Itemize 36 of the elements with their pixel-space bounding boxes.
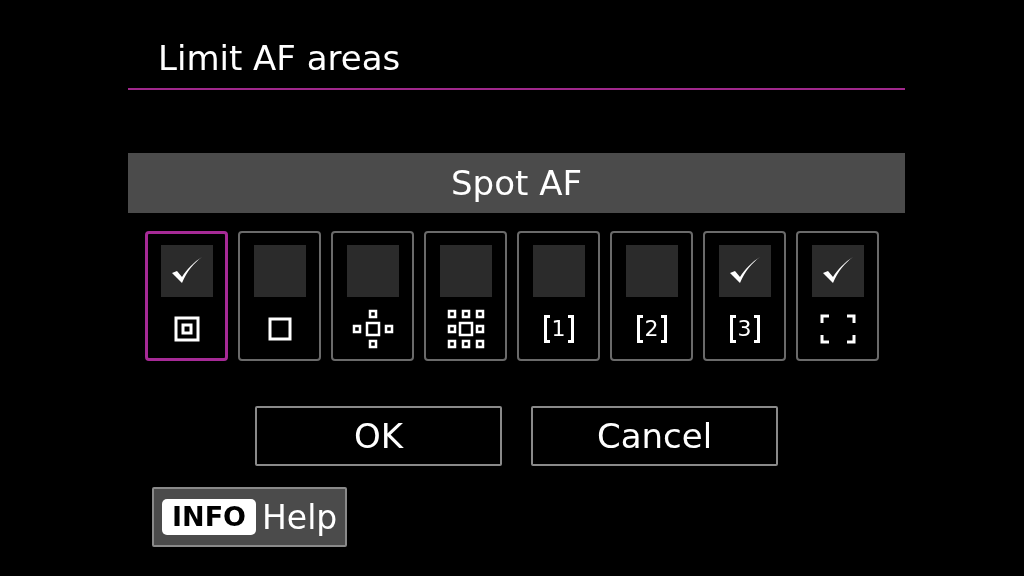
af-mode-label: Spot AF — [128, 153, 905, 213]
checkbox[interactable] — [160, 245, 213, 297]
cancel-button[interactable]: Cancel — [531, 406, 778, 466]
help-label: Help — [262, 497, 338, 537]
bracket-icon — [543, 315, 550, 343]
checkbox[interactable] — [811, 245, 864, 297]
bracket-icon — [660, 315, 667, 343]
af-mode-tile[interactable]: 1 — [517, 231, 600, 361]
bracket-icon — [753, 315, 760, 343]
checkbox[interactable] — [346, 245, 399, 297]
help-button[interactable]: INFO Help — [152, 487, 348, 547]
screen-title: Limit AF areas — [128, 36, 905, 90]
af-mode-tile[interactable] — [424, 231, 507, 361]
bracket-icon — [729, 315, 736, 343]
ok-button[interactable]: OK — [255, 406, 502, 466]
checkbox[interactable] — [253, 245, 306, 297]
square-icon — [267, 317, 292, 341]
checkbox[interactable] — [625, 245, 678, 297]
cross-squares-icon — [351, 309, 394, 349]
af-mode-tile[interactable]: 2 — [610, 231, 693, 361]
af-mode-tile[interactable] — [796, 231, 879, 361]
zone-number: 1 — [551, 315, 566, 343]
af-mode-tile[interactable] — [145, 231, 228, 361]
af-mode-tile[interactable] — [238, 231, 321, 361]
bracket-icon — [636, 315, 643, 343]
info-key-label: INFO — [162, 499, 257, 535]
checkbox[interactable] — [718, 245, 771, 297]
checkbox[interactable] — [439, 245, 492, 297]
af-mode-tile[interactable] — [331, 231, 414, 361]
zone-number: 2 — [644, 315, 659, 343]
af-mode-tile[interactable]: 3 — [703, 231, 786, 361]
checkbox[interactable] — [532, 245, 585, 297]
spot-af-icon — [173, 316, 200, 342]
corner-brackets-icon — [819, 314, 856, 344]
zone-number: 3 — [737, 315, 752, 343]
bracket-icon — [567, 315, 574, 343]
